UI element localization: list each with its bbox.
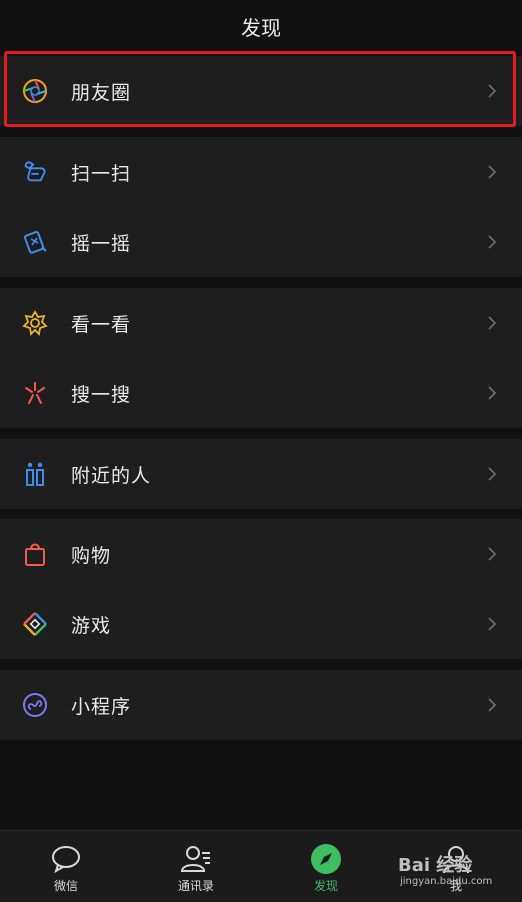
group-moments: 朋友圈 [0,56,522,126]
scan-icon [22,159,48,185]
menu-item-moments[interactable]: 朋友圈 [0,56,522,126]
group-top-stories-search: 看一看 搜一搜 [0,288,522,428]
me-icon [443,846,469,874]
tab-label-me: 我 [449,879,462,893]
menu-label-scan: 扫一扫 [71,162,132,185]
menu-item-people-nearby[interactable]: 附近的人 [0,439,522,509]
group-people-nearby: 附近的人 [0,439,522,509]
menu-label-people-nearby: 附近的人 [71,464,152,487]
moments-icon [22,78,48,104]
nav-header: 发现 [0,0,522,52]
mini-programs-icon [22,692,48,718]
chat-icon [52,846,80,874]
chevron-right-icon [488,84,497,98]
tab-me[interactable]: 我 [406,831,506,902]
tab-label-contacts: 通讯录 [177,879,214,893]
chevron-right-icon [488,386,497,400]
menu-label-shake: 摇一摇 [71,232,132,255]
chevron-right-icon [488,698,497,712]
group-shopping-games: 购物 游戏 [0,519,522,659]
menu-item-top-stories[interactable]: 看一看 [0,288,522,358]
tab-label-chats: 微信 [53,879,78,893]
menu-label-moments: 朋友圈 [71,81,132,104]
games-icon [22,611,48,637]
chevron-right-icon [488,165,497,179]
bottom-tab-bar: 微信 通讯录 发现 我 [0,830,522,902]
chevron-right-icon [488,617,497,631]
menu-item-shopping[interactable]: 购物 [0,519,522,589]
page-title: 发现 [241,15,281,40]
contacts-icon [180,846,210,872]
chevron-right-icon [488,235,497,249]
group-mini-programs: 小程序 [0,670,522,740]
tab-chats[interactable]: 微信 [16,831,116,902]
tab-label-discover: 发现 [313,879,338,893]
shake-icon [22,229,48,255]
tab-discover[interactable]: 发现 [276,831,376,902]
menu-item-scan[interactable]: 扫一扫 [0,137,522,207]
menu-item-mini-programs[interactable]: 小程序 [0,670,522,740]
menu-label-top-stories: 看一看 [71,313,132,336]
shopping-bag-icon [22,541,48,567]
menu-label-shopping: 购物 [71,544,112,567]
people-nearby-icon [22,461,48,487]
tab-contacts[interactable]: 通讯录 [146,831,246,902]
menu-item-games[interactable]: 游戏 [0,589,522,659]
menu-label-search: 搜一搜 [71,383,132,406]
menu-item-search[interactable]: 搜一搜 [0,358,522,428]
menu-label-games: 游戏 [71,614,112,637]
compass-icon [311,844,341,874]
search-icon [22,380,48,406]
chevron-right-icon [488,316,497,330]
group-scan-shake: 扫一扫 摇一摇 [0,137,522,277]
menu-label-mini-programs: 小程序 [71,695,132,718]
chevron-right-icon [488,467,497,481]
menu-item-shake[interactable]: 摇一摇 [0,207,522,277]
chevron-right-icon [488,547,497,561]
top-stories-icon [22,310,48,336]
